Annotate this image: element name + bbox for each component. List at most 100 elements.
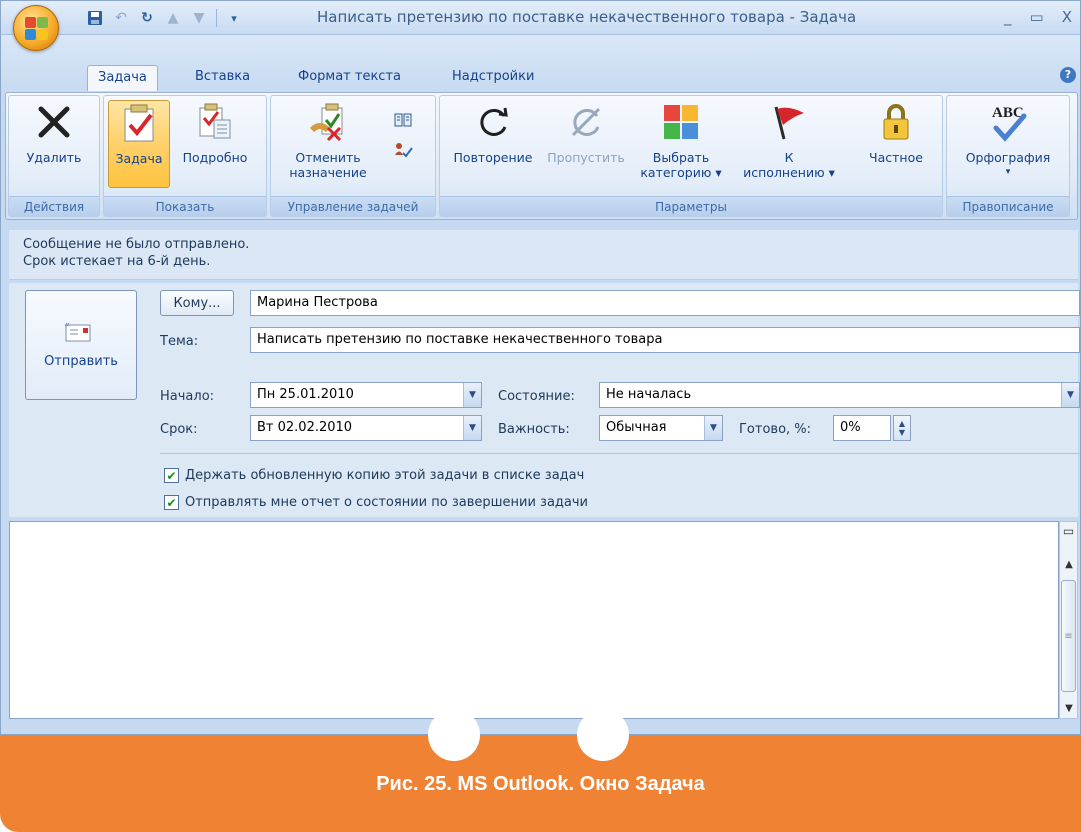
skip-occurrence-button[interactable]: Пропустить — [544, 100, 628, 188]
customize-qat-icon[interactable]: ▾ — [225, 9, 243, 27]
task-body-editor[interactable] — [9, 521, 1059, 719]
minimize-icon[interactable]: _ — [1004, 8, 1012, 26]
previous-item-icon[interactable]: ▲ — [164, 9, 182, 27]
spin-down-icon[interactable]: ▼ — [899, 428, 905, 437]
status-report-checkbox[interactable]: ✔ Отправлять мне отчет о состоянии по за… — [164, 495, 588, 510]
next-item-icon[interactable]: ▼ — [190, 9, 208, 27]
categorize-label-1: Выбрать — [652, 150, 710, 165]
categorize-button[interactable]: Выбрать категорию ▾ — [636, 100, 726, 188]
status-label: Состояние: — [498, 389, 575, 404]
spelling-dropdown-icon: ▾ — [1005, 167, 1011, 177]
skip-occurrence-label: Пропустить — [547, 150, 625, 165]
send-button[interactable]: Отправить — [25, 290, 137, 400]
close-icon[interactable]: X — [1062, 8, 1072, 26]
redo-icon[interactable]: ↻ — [138, 9, 156, 27]
to-button[interactable]: Кому... — [160, 290, 234, 316]
tab-format-text[interactable]: Формат текста — [288, 65, 411, 91]
scroll-up-icon[interactable]: ▲ — [1062, 558, 1076, 572]
cancel-assignment-button[interactable]: Отменить назначение — [277, 100, 379, 188]
subject-field[interactable]: Написать претензию по поставке некачеств… — [250, 327, 1080, 353]
decorative-dot-left — [428, 709, 480, 761]
undo-icon[interactable]: ↶ — [112, 9, 130, 27]
spelling-check-icon: ABC — [988, 100, 1028, 144]
categorize-icon — [661, 100, 701, 144]
maximize-icon[interactable]: ▭ — [1030, 8, 1044, 26]
tab-task[interactable]: Задача — [87, 65, 158, 91]
lock-icon — [876, 100, 916, 144]
priority-value: Обычная — [606, 420, 667, 435]
task-check-icon — [119, 101, 159, 145]
task-form: Отправить Кому... Марина Пестрова Тема: … — [9, 283, 1080, 517]
caption-band: Рис. 25. MS Outlook. Окно Задача — [0, 709, 1081, 832]
group-manage-task: Отменить назначение Управление задачей — [270, 95, 436, 217]
group-show: Задача Подробно Показать — [103, 95, 267, 217]
title-bar: ↶ ↻ ▲ ▼ ▾ Написать претензию по поставке… — [1, 1, 1080, 35]
cancel-assignment-icon — [308, 100, 348, 144]
percent-complete-field[interactable]: 0% — [833, 415, 891, 441]
check-names-icon[interactable] — [393, 140, 413, 160]
private-button[interactable]: Частное — [860, 100, 932, 188]
help-icon[interactable]: ? — [1060, 67, 1076, 83]
tab-addins[interactable]: Надстройки — [442, 65, 544, 91]
recurrence-button[interactable]: Повторение — [446, 100, 540, 188]
status-report-check-icon[interactable]: ✔ — [164, 495, 179, 510]
status-select[interactable]: Не началась ▼ — [599, 382, 1080, 408]
ribbon: Удалить Действия Задача Подробно Показат… — [5, 92, 1078, 220]
group-proofing: ABC Орфография ▾ Правописание — [946, 95, 1070, 217]
due-date-field[interactable]: Вт 02.02.2010 ▼ — [250, 415, 482, 441]
flag-icon — [769, 100, 809, 144]
send-label: Отправить — [44, 353, 118, 369]
details-button[interactable]: Подробно — [172, 100, 258, 188]
keep-copy-label: Держать обновленную копию этой задачи в … — [185, 468, 585, 483]
due-date-value: Вт 02.02.2010 — [257, 420, 353, 435]
details-label: Подробно — [182, 150, 248, 165]
group-options: Повторение Пропустить Выбрать категорию … — [439, 95, 943, 217]
follow-up-label-2: исполнению ▾ — [743, 165, 835, 180]
send-envelope-icon — [64, 322, 97, 348]
info-bar: Сообщение не было отправлено. Срок истек… — [9, 230, 1078, 280]
to-field[interactable]: Марина Пестрова — [250, 290, 1080, 316]
tab-insert[interactable]: Вставка — [185, 65, 260, 91]
delete-icon — [34, 100, 74, 144]
spelling-button[interactable]: ABC Орфография ▾ — [953, 100, 1063, 188]
delete-button[interactable]: Удалить — [13, 100, 95, 188]
ruler-toggle-icon[interactable]: ▭ — [1061, 524, 1076, 544]
follow-up-button[interactable]: К исполнению ▾ — [736, 100, 842, 188]
keep-copy-checkbox[interactable]: ✔ Держать обновленную копию этой задачи … — [164, 468, 584, 483]
group-actions: Удалить Действия — [8, 95, 100, 217]
task-view-label: Задача — [115, 151, 163, 166]
scroll-thumb[interactable]: ≡ — [1061, 580, 1076, 692]
task-view-button[interactable]: Задача — [108, 100, 170, 188]
vertical-scrollbar[interactable]: ▭ ▲ ≡ ▼ — [1059, 521, 1078, 719]
qat-separator — [216, 9, 217, 27]
scroll-down-icon[interactable]: ▼ — [1062, 702, 1076, 716]
keep-copy-check-icon[interactable]: ✔ — [164, 468, 179, 483]
figure-caption: Рис. 25. MS Outlook. Окно Задача — [376, 773, 705, 795]
group-label-actions: Действия — [9, 196, 99, 216]
decorative-dot-right — [577, 709, 629, 761]
priority-dropdown-icon[interactable]: ▼ — [704, 416, 722, 440]
recurrence-label: Повторение — [453, 150, 533, 165]
save-icon[interactable] — [86, 9, 104, 27]
spin-up-icon[interactable]: ▲ — [899, 419, 905, 428]
delete-label: Удалить — [26, 150, 82, 165]
start-date-dropdown-icon[interactable]: ▼ — [463, 383, 481, 407]
spelling-label: Орфография — [965, 150, 1051, 165]
info-due: Срок истекает на 6-й день. — [23, 254, 211, 269]
outlook-task-window: ↶ ↻ ▲ ▼ ▾ Написать претензию по поставке… — [0, 0, 1081, 735]
status-value: Не началась — [606, 387, 692, 402]
group-label-options: Параметры — [440, 196, 942, 216]
office-button[interactable] — [13, 5, 59, 51]
recurrence-icon — [473, 100, 513, 144]
due-date-dropdown-icon[interactable]: ▼ — [463, 416, 481, 440]
priority-select[interactable]: Обычная ▼ — [599, 415, 723, 441]
skip-occurrence-icon — [566, 100, 606, 144]
start-date-label: Начало: — [160, 389, 215, 404]
group-label-show: Показать — [104, 196, 266, 216]
address-book-icon[interactable] — [393, 110, 413, 130]
start-date-field[interactable]: Пн 25.01.2010 ▼ — [250, 382, 482, 408]
start-date-value: Пн 25.01.2010 — [257, 387, 354, 402]
status-dropdown-icon[interactable]: ▼ — [1061, 383, 1079, 407]
percent-complete-spinner[interactable]: ▲ ▼ — [893, 415, 911, 441]
window-controls: _ ▭ X — [1004, 8, 1072, 26]
